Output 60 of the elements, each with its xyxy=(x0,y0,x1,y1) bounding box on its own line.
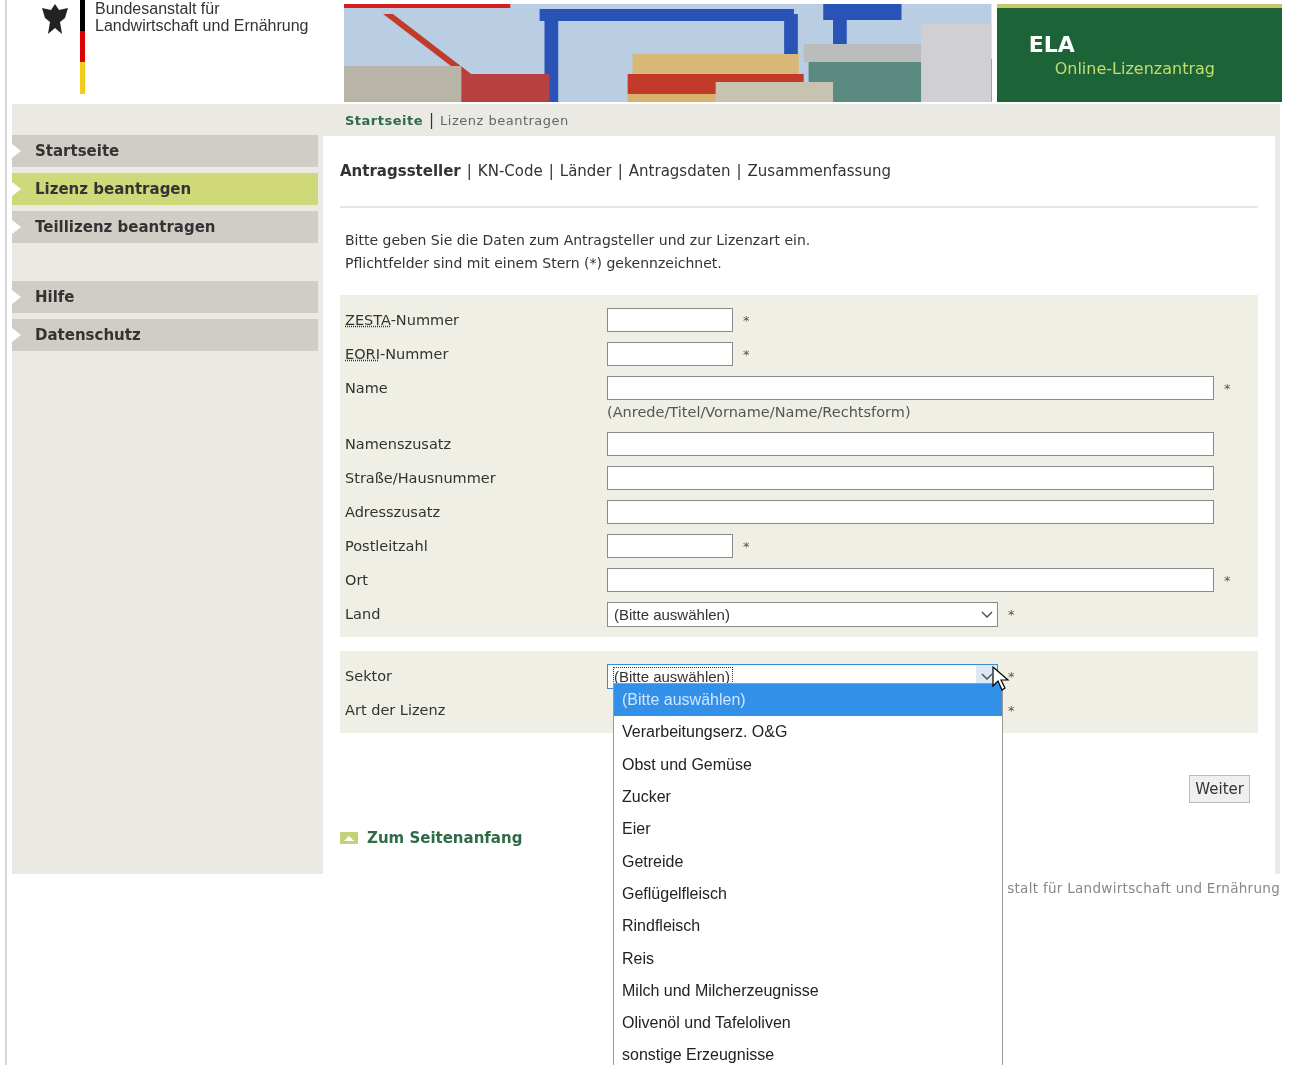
field-label: Land xyxy=(345,606,382,622)
required-mark: * xyxy=(1224,572,1231,588)
required-mark: * xyxy=(1008,668,1015,684)
separator: | xyxy=(548,162,554,180)
input-field[interactable] xyxy=(607,534,733,558)
arrow-icon xyxy=(12,290,21,304)
app-title: ELA xyxy=(1028,32,1076,57)
input-field[interactable] xyxy=(607,308,733,332)
separator: | xyxy=(466,162,472,180)
arrow-icon xyxy=(12,328,21,342)
sidebar-item[interactable]: Startseite xyxy=(12,135,318,167)
field-label: EORI-Nummer xyxy=(345,346,450,362)
arrow-icon xyxy=(12,220,21,234)
breadcrumb-link[interactable]: Startseite xyxy=(345,112,424,128)
chevron-down-icon xyxy=(980,610,993,618)
field-label: Postleitzahl xyxy=(345,538,429,554)
step-link[interactable]: KN-Code xyxy=(477,162,543,180)
required-mark: * xyxy=(743,346,750,362)
input-field[interactable] xyxy=(607,432,1214,456)
select-field[interactable]: (Bitte auswählen) xyxy=(607,601,998,627)
required-mark: * xyxy=(743,312,750,328)
field-label: Straße/Hausnummer xyxy=(345,470,497,486)
arrow-icon xyxy=(12,144,21,158)
agency-name: Bundesanstalt für Landwirtschaft und Ernährung xyxy=(95,0,309,34)
chevron-down-icon xyxy=(980,672,993,680)
required-mark: * xyxy=(1224,380,1231,396)
field-hint: (Anrede/Titel/Vorname/Name/Rechtsform) xyxy=(607,404,911,420)
field-label: Ort xyxy=(345,572,370,588)
field-label: Art der Lizenz xyxy=(345,702,447,718)
breadcrumb-link[interactable]: Lizenz beantragen xyxy=(440,112,569,128)
footer-text: stalt für Landwirtschaft und Ernährung xyxy=(1007,880,1280,896)
input-field[interactable] xyxy=(607,342,733,366)
field-label: Adresszusatz xyxy=(345,504,442,520)
step-link[interactable]: Zusammenfassung xyxy=(747,162,891,180)
field-label: Sektor xyxy=(345,668,394,684)
next-button[interactable]: Weiter xyxy=(1189,775,1250,803)
sidebar-item[interactable]: Datenschutz xyxy=(12,319,318,351)
step-link[interactable]: Antragsdaten xyxy=(628,162,731,180)
step-link[interactable]: Länder xyxy=(559,162,612,180)
step-link[interactable]: Antragssteller xyxy=(340,162,461,180)
field-label: ZESTA-Nummer xyxy=(345,312,461,328)
input-field[interactable] xyxy=(607,500,1214,524)
sidebar-item[interactable]: Hilfe xyxy=(12,281,318,313)
sidebar-item[interactable]: Teillizenz beantragen xyxy=(12,211,318,243)
arrow-icon xyxy=(12,182,21,196)
input-field[interactable] xyxy=(607,466,1214,490)
separator: | xyxy=(617,162,623,180)
intro-text: Bitte geben Sie die Daten zum Antragsteller und zur Lizenzart ein. Pflichtfelder sind mit einem Stern (*) gekennzeichnet. xyxy=(345,231,812,273)
separator: | xyxy=(429,111,435,129)
required-mark: * xyxy=(743,538,750,554)
required-mark: * xyxy=(1008,702,1015,718)
sidebar-item[interactable]: Lizenz beantragen xyxy=(12,173,318,205)
app-subtitle: Online-Lizenzantrag xyxy=(1053,59,1216,78)
back-to-top-link[interactable]: Zum Seitenanfang xyxy=(340,829,523,847)
separator: | xyxy=(736,162,742,180)
field-label: Namenszusatz xyxy=(345,436,453,452)
input-field[interactable] xyxy=(607,568,1214,592)
input-field[interactable] xyxy=(607,376,1214,400)
field-label: Name xyxy=(345,380,389,396)
required-mark: * xyxy=(1008,606,1015,622)
